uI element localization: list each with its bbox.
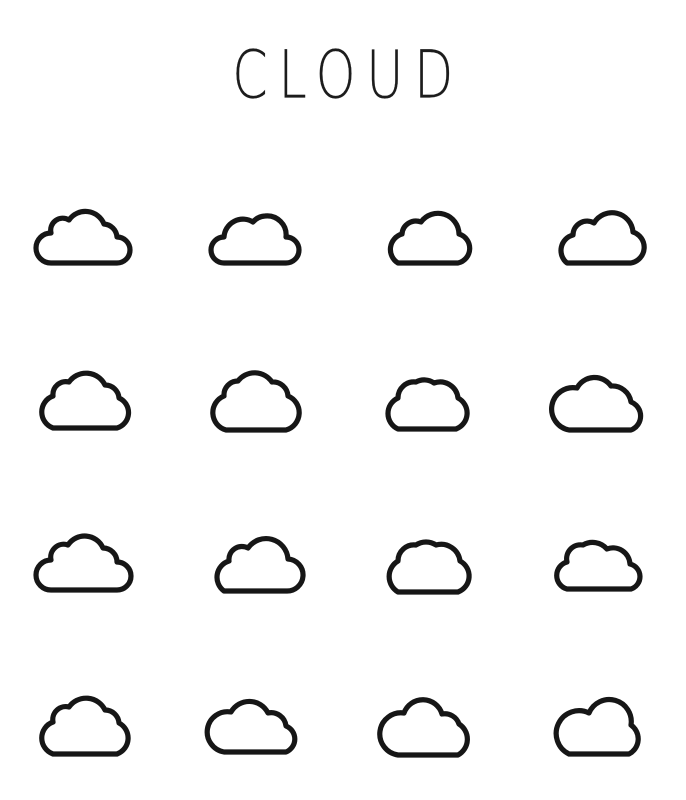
cloud-icon-12-path [557, 543, 640, 590]
icon-cell-5[interactable] [0, 313, 172, 476]
page-title-container: CLOUD [0, 0, 686, 150]
cloud-icon-6-path [213, 373, 299, 430]
cloud-icon-9-path [36, 536, 131, 590]
icon-cell-14[interactable] [172, 638, 344, 800]
cloud-icon-14[interactable] [201, 677, 313, 761]
icon-cell-12[interactable] [515, 475, 686, 638]
cloud-icon-10[interactable] [201, 514, 313, 598]
icon-cell-15[interactable] [343, 638, 515, 800]
cloud-icon-11[interactable] [373, 514, 485, 598]
cloud-icon-12[interactable] [544, 514, 656, 598]
cloud-icon-10-path [217, 539, 303, 591]
icon-cell-16[interactable] [515, 638, 686, 800]
cloud-icon-6[interactable] [201, 352, 313, 436]
cloud-icon-1[interactable] [30, 189, 142, 273]
cloud-icon-1-path [36, 212, 130, 264]
icon-cell-11[interactable] [343, 475, 515, 638]
icon-cell-3[interactable] [343, 150, 515, 313]
cloud-icon-4-path [561, 213, 644, 263]
cloud-icon-15-path [380, 699, 468, 754]
icon-cell-1[interactable] [0, 150, 172, 313]
cloud-icon-8[interactable] [544, 352, 656, 436]
cloud-icon-8-path [552, 377, 641, 430]
cloud-icon-9[interactable] [30, 514, 142, 598]
icon-cell-7[interactable] [343, 313, 515, 476]
icon-cell-9[interactable] [0, 475, 172, 638]
cloud-icon-3[interactable] [373, 189, 485, 273]
cloud-icon-13-path [41, 698, 127, 754]
cloud-icon-2[interactable] [201, 189, 313, 273]
cloud-icon-2-path [211, 216, 299, 263]
icon-cell-6[interactable] [172, 313, 344, 476]
cloud-icon-15[interactable] [373, 677, 485, 761]
cloud-icon-14-path [207, 701, 295, 752]
cloud-icon-5[interactable] [30, 352, 142, 436]
cloud-icon-7[interactable] [373, 352, 485, 436]
icon-set-page: CLOUD [0, 0, 686, 800]
cloud-icon-3-path [390, 214, 469, 264]
cloud-icon-13[interactable] [30, 677, 142, 761]
cloud-icon-4[interactable] [544, 189, 656, 273]
cloud-icon-5-path [41, 373, 128, 428]
cloud-icon-16[interactable] [544, 677, 656, 761]
icon-cell-2[interactable] [172, 150, 344, 313]
icon-cell-4[interactable] [515, 150, 686, 313]
icon-cell-10[interactable] [172, 475, 344, 638]
icon-cell-8[interactable] [515, 313, 686, 476]
icon-cell-13[interactable] [0, 638, 172, 800]
cloud-icon-grid [0, 150, 686, 800]
cloud-icon-16-path [556, 699, 638, 753]
cloud-icon-7-path [388, 380, 467, 429]
cloud-icon-11-path [389, 542, 469, 592]
page-title: CLOUD [232, 35, 465, 114]
